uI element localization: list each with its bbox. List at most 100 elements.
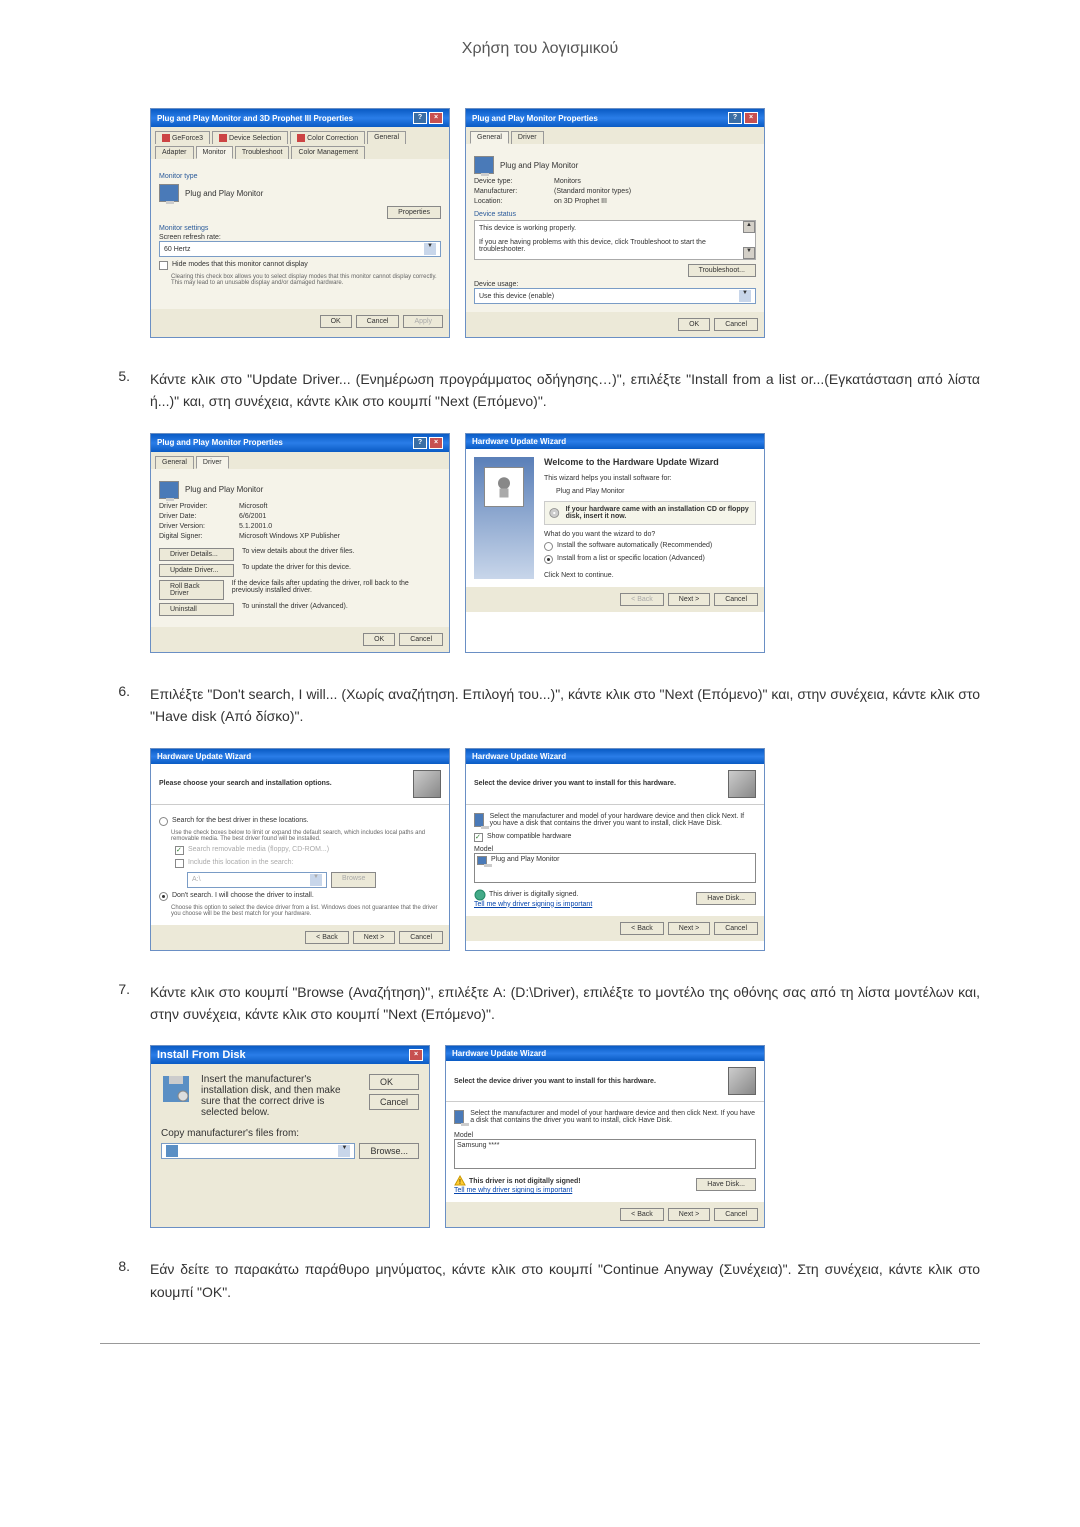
next-button[interactable]: Next > [353, 931, 395, 944]
tab-general[interactable]: General [155, 456, 194, 469]
tab-device-selection[interactable]: Device Selection [212, 131, 288, 144]
close-icon[interactable]: × [409, 1049, 423, 1061]
scroll-up-icon[interactable]: ▲ [743, 221, 755, 233]
chevron-down-icon: ▼ [338, 1145, 350, 1157]
next-button[interactable]: Next > [668, 1208, 710, 1221]
cancel-button[interactable]: Cancel [399, 931, 443, 944]
copy-from-dropdown[interactable]: ▼ [161, 1143, 355, 1159]
monitor-icon [474, 156, 494, 174]
tab-color-management[interactable]: Color Management [291, 146, 365, 159]
uninstall-button[interactable]: Uninstall [159, 603, 234, 616]
tab-general[interactable]: General [367, 131, 406, 144]
tab-adapter[interactable]: Adapter [155, 146, 194, 159]
device-usage-dropdown[interactable]: Use this device (enable) ▼ [474, 288, 756, 304]
wizard-header: Select the device driver you want to ins… [474, 780, 676, 787]
cancel-button[interactable]: Cancel [714, 593, 758, 606]
tabs: GeForce3 Device Selection Color Correcti… [151, 127, 449, 159]
opt-dont-search: Don't search. I will choose the driver t… [172, 892, 314, 901]
chevron-down-icon: ▼ [739, 290, 751, 302]
ok-button[interactable]: OK [363, 633, 395, 646]
radio-dont-search[interactable] [159, 892, 168, 901]
radio-search-best[interactable] [159, 817, 168, 826]
rollback-driver-button[interactable]: Roll Back Driver [159, 580, 224, 600]
have-disk-button[interactable]: Have Disk... [696, 892, 756, 905]
tab-geforce3[interactable]: GeForce3 [155, 131, 210, 144]
dialog-title: Hardware Update Wizard [157, 752, 251, 761]
properties-button[interactable]: Properties [387, 206, 441, 219]
hardware-update-wizard-welcome: Hardware Update Wizard Welcome to the Ha… [465, 433, 765, 653]
step-number: 7. [100, 981, 130, 1026]
opt-dont-desc: Choose this option to select the device … [171, 905, 441, 917]
browse-button[interactable]: Browse... [359, 1143, 419, 1159]
back-button[interactable]: < Back [305, 931, 349, 944]
monitor-type-label: Monitor type [159, 173, 441, 180]
troubleshoot-button[interactable]: Troubleshoot... [688, 264, 756, 277]
chevron-down-icon: ▼ [424, 243, 436, 255]
step-6: 6. Επιλέξτε "Don't search, I will... (Χω… [100, 683, 980, 728]
refresh-rate-dropdown[interactable]: 60 Hertz ▼ [159, 241, 441, 257]
apply-button[interactable]: Apply [403, 315, 443, 328]
tab-driver[interactable]: Driver [511, 131, 544, 144]
radio-list-install[interactable] [544, 555, 553, 564]
provider-value: Microsoft [239, 503, 267, 510]
cancel-button[interactable]: Cancel [714, 922, 758, 935]
radio-auto-install[interactable] [544, 542, 553, 551]
install-from-disk-dialog: Install From Disk × Insert the manufactu… [150, 1045, 430, 1228]
path-dropdown[interactable]: A:\▼ [187, 872, 327, 888]
check-location[interactable] [175, 859, 184, 868]
model-list[interactable]: Samsung **** [454, 1139, 756, 1169]
help-icon[interactable]: ? [413, 112, 427, 124]
tab-driver[interactable]: Driver [196, 456, 229, 469]
have-disk-button[interactable]: Have Disk... [696, 1178, 756, 1191]
wizard-device: Plug and Play Monitor [556, 488, 756, 495]
screenshot-row-2: Plug and Play Monitor Properties ? × Gen… [150, 433, 980, 653]
tab-troubleshoot[interactable]: Troubleshoot [235, 146, 290, 159]
browse-button[interactable]: Browse [331, 872, 376, 888]
tab-color-correction[interactable]: Color Correction [290, 131, 365, 144]
monitor-name: Plug and Play Monitor [185, 189, 263, 198]
check-removable[interactable] [175, 846, 184, 855]
tell-me-link[interactable]: Tell me why driver signing is important [474, 901, 592, 908]
hide-modes-checkbox[interactable] [159, 261, 168, 270]
cancel-button[interactable]: Cancel [369, 1094, 419, 1110]
ok-button[interactable]: OK [320, 315, 352, 328]
model-list[interactable]: Plug and Play Monitor [474, 853, 756, 883]
show-compatible-checkbox[interactable] [474, 833, 483, 842]
back-button[interactable]: < Back [620, 1208, 664, 1221]
titlebar: Plug and Play Monitor Properties ? × [466, 109, 764, 127]
chevron-down-icon: ▼ [310, 874, 322, 886]
screenshot-row-1: Plug and Play Monitor and 3D Prophet III… [150, 108, 980, 338]
help-icon[interactable]: ? [728, 112, 742, 124]
update-driver-button[interactable]: Update Driver... [159, 564, 234, 577]
location-value: on 3D Prophet III [554, 198, 607, 205]
help-icon[interactable]: ? [413, 437, 427, 449]
cancel-button[interactable]: Cancel [399, 633, 443, 646]
wizard-sidebar [474, 457, 534, 579]
driver-details-button[interactable]: Driver Details... [159, 548, 234, 561]
cancel-button[interactable]: Cancel [356, 315, 400, 328]
monitor-properties-dialog: Plug and Play Monitor and 3D Prophet III… [150, 108, 450, 338]
refresh-rate-label: Screen refresh rate: [159, 234, 441, 241]
dialog-title: Install From Disk [157, 1049, 246, 1061]
tell-me-link[interactable]: Tell me why driver signing is important [454, 1187, 572, 1194]
tab-general[interactable]: General [470, 131, 509, 144]
ok-button[interactable]: OK [678, 318, 710, 331]
back-button[interactable]: < Back [620, 593, 664, 606]
model-item: Plug and Play Monitor [491, 856, 559, 865]
next-button[interactable]: Next > [668, 593, 710, 606]
wizard-header: Please choose your search and installati… [159, 780, 332, 787]
scroll-down-icon[interactable]: ▼ [743, 247, 755, 259]
wizard-icon [728, 770, 756, 798]
location-label: Location: [474, 198, 554, 205]
cancel-button[interactable]: Cancel [714, 318, 758, 331]
tab-monitor[interactable]: Monitor [196, 146, 233, 159]
cancel-button[interactable]: Cancel [714, 1208, 758, 1221]
ok-button[interactable]: OK [369, 1074, 419, 1090]
wizard-icon [728, 1067, 756, 1095]
back-button[interactable]: < Back [620, 922, 664, 935]
signer-value: Microsoft Windows XP Publisher [239, 533, 340, 540]
close-icon[interactable]: × [744, 112, 758, 124]
close-icon[interactable]: × [429, 112, 443, 124]
next-button[interactable]: Next > [668, 922, 710, 935]
close-icon[interactable]: × [429, 437, 443, 449]
